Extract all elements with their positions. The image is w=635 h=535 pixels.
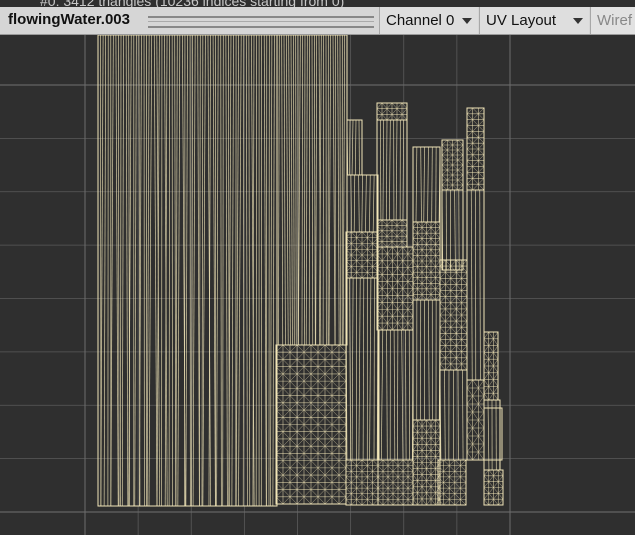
uv-wireframe <box>97 35 504 507</box>
uv-channel-dropdown[interactable]: Channel 0 <box>379 7 478 34</box>
mesh-name-title: flowingWater.003 <box>8 11 130 28</box>
view-mode-label: UV Layout <box>486 12 557 29</box>
uv-grid <box>0 35 635 535</box>
preview-toolbar: flowingWater.003 Channel 0 UV Layout Wir… <box>0 7 635 35</box>
uv-channel-label: Channel 0 <box>386 12 455 29</box>
display-mode-dropdown[interactable]: Wiref <box>590 7 635 34</box>
display-mode-label: Wiref <box>597 12 632 29</box>
mesh-preview-window: #0: 3412 triangles (10236 indices starti… <box>0 0 635 535</box>
uv-wireframe-canvas <box>0 35 635 535</box>
uv-viewport[interactable] <box>0 35 635 535</box>
chevron-down-icon <box>462 18 472 24</box>
chevron-down-icon <box>573 18 583 24</box>
view-mode-dropdown[interactable]: UV Layout <box>479 7 589 34</box>
drag-handle[interactable] <box>148 16 374 28</box>
